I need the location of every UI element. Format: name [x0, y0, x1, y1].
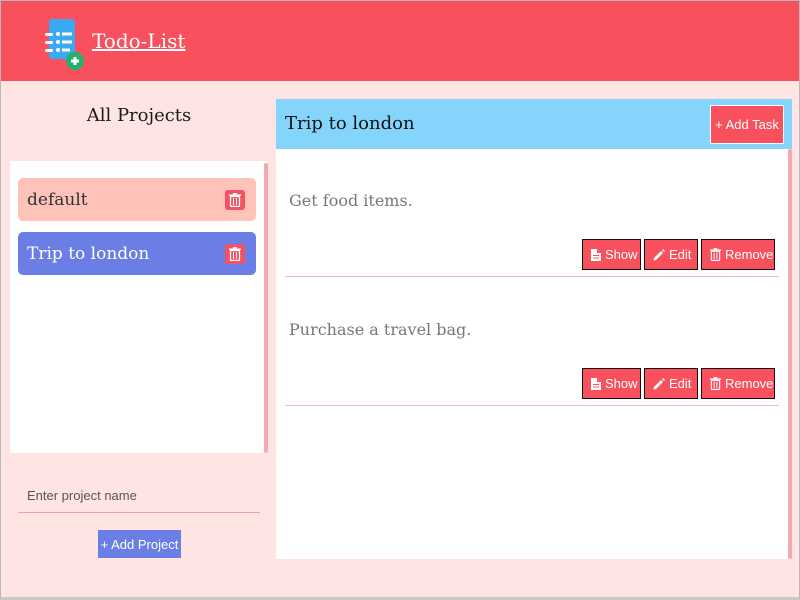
trash-icon — [710, 248, 721, 261]
delete-project-button[interactable] — [225, 189, 245, 210]
trash-icon — [229, 246, 241, 261]
edit-label: Edit — [669, 376, 692, 391]
show-task-button[interactable]: Show — [582, 239, 641, 270]
remove-label: Remove — [725, 247, 774, 262]
add-project-button[interactable]: + Add Project — [98, 530, 181, 558]
project-label: Trip to london — [27, 243, 150, 264]
edit-task-button[interactable]: Edit — [644, 239, 698, 270]
remove-task-button[interactable]: Remove — [701, 239, 775, 270]
project-item-default[interactable]: default — [18, 178, 256, 221]
pencil-icon — [653, 248, 665, 260]
task-text: Purchase a travel bag. — [289, 320, 472, 339]
task-panel-scrollbar[interactable] — [788, 149, 792, 559]
delete-project-button[interactable] — [225, 243, 245, 264]
app-window: Todo-List All Projects default Trip to l… — [0, 0, 800, 600]
document-icon — [591, 377, 601, 390]
projects-heading: All Projects — [86, 105, 192, 126]
project-title: Trip to london — [285, 113, 415, 134]
project-list-scrollbar[interactable] — [264, 163, 268, 453]
remove-task-button[interactable]: Remove — [701, 368, 775, 399]
task-actions: Show Edit Remove — [582, 368, 775, 399]
edit-task-button[interactable]: Edit — [644, 368, 698, 399]
task-actions: Show Edit Remove — [582, 239, 775, 270]
remove-label: Remove — [725, 376, 774, 391]
task-item: Purchase a travel bag. Show Edit Remove — [285, 278, 779, 406]
project-item-trip-to-london[interactable]: Trip to london — [18, 232, 256, 275]
document-icon — [591, 248, 601, 261]
trash-icon — [710, 377, 721, 390]
project-name-input[interactable] — [18, 479, 260, 513]
pencil-icon — [653, 377, 665, 389]
trash-icon — [229, 192, 241, 207]
show-label: Show — [605, 376, 638, 391]
add-task-button[interactable]: + Add Task — [710, 105, 784, 144]
show-task-button[interactable]: Show — [582, 368, 641, 399]
app-header: Todo-List — [1, 1, 799, 81]
task-panel: Trip to london + Add Task Get food items… — [276, 99, 792, 559]
show-label: Show — [605, 247, 638, 262]
project-label: default — [27, 189, 88, 210]
edit-label: Edit — [669, 247, 692, 262]
project-list: default Trip to london — [10, 161, 268, 453]
task-item: Get food items. Show Edit Remove — [285, 149, 779, 277]
task-panel-header: Trip to london + Add Task — [276, 99, 792, 149]
app-title-link[interactable]: Todo-List — [92, 29, 185, 53]
task-text: Get food items. — [289, 191, 413, 210]
todo-list-add-icon — [45, 19, 84, 70]
